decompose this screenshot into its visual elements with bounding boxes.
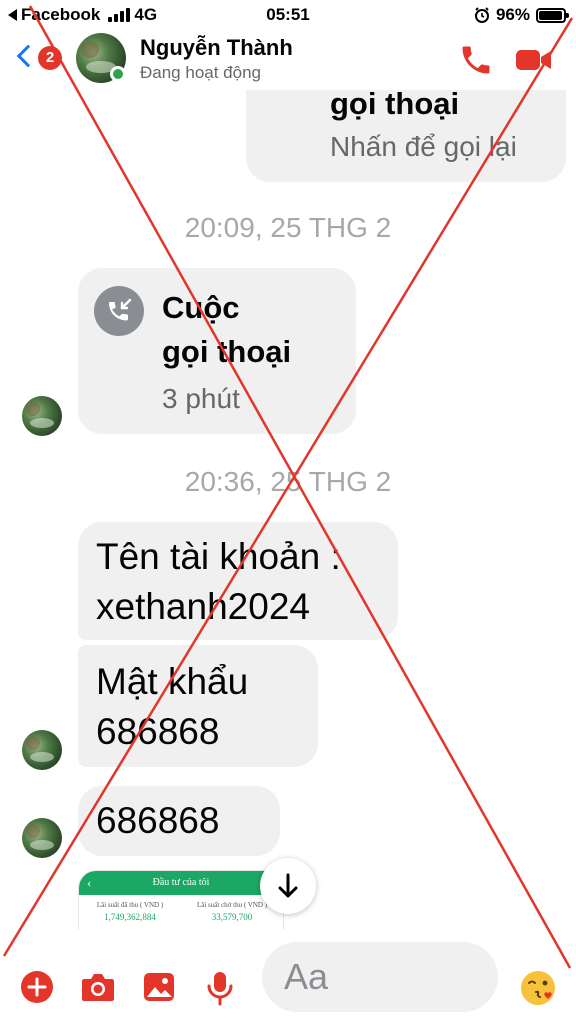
voice-message-button[interactable]	[204, 970, 240, 1006]
image-stat: Lãi suất đã thu ( VND ) 1,749,362,884	[79, 901, 181, 922]
image-header: ‹ Đầu tư của tôi	[79, 871, 283, 895]
more-actions-button[interactable]	[20, 970, 56, 1006]
message-bubble[interactable]: Mật khẩu 686868	[78, 645, 318, 767]
scroll-to-bottom-button[interactable]	[260, 858, 316, 914]
image-back-chevron-icon: ‹	[87, 875, 92, 890]
call-title-line2: gọi thoại	[162, 334, 292, 369]
message-line: Mật khẩu	[96, 661, 249, 702]
contact-status: Đang hoạt động	[140, 63, 261, 82]
message-bubble[interactable]: Tên tài khoản : xethanh2024	[78, 522, 398, 640]
unread-badge: 2	[38, 46, 62, 70]
image-stat-value: 1,749,362,884	[104, 912, 156, 922]
status-bar: Facebook 4G 05:51 96%	[0, 0, 576, 30]
microphone-icon	[207, 972, 233, 1006]
image-title: Đầu tư của tôi	[152, 877, 210, 888]
image-stat-label: Lãi suất đã thu ( VND )	[96, 901, 164, 909]
sender-avatar[interactable]	[22, 818, 62, 858]
status-right: 96%	[474, 5, 569, 25]
message-line: xethanh2024	[96, 586, 310, 627]
message-bubble[interactable]: 686868	[78, 786, 280, 856]
prev-call-subtitle: Nhấn để gọi lại	[330, 131, 517, 162]
chat-header: 2 Nguyễn Thành Đang hoạt động	[0, 30, 576, 90]
message-line: Tên tài khoản :	[96, 536, 341, 577]
message-line: 686868	[96, 711, 220, 752]
gallery-icon	[144, 973, 174, 1001]
back-chevron-icon	[16, 44, 40, 68]
sender-avatar[interactable]	[22, 730, 62, 770]
voice-call-button[interactable]	[458, 42, 494, 78]
video-camera-icon	[516, 50, 551, 70]
gallery-button[interactable]	[142, 970, 178, 1006]
alarm-icon	[474, 7, 489, 23]
contact-name[interactable]: Nguyễn Thành	[140, 35, 293, 61]
battery-percent: 96%	[495, 5, 530, 24]
call-title-line1: Cuộc	[162, 290, 240, 325]
winking-kiss-emoji-icon	[521, 971, 555, 1005]
missed-call-icon-circle	[94, 286, 144, 336]
battery-level	[539, 10, 563, 20]
quick-reaction-button[interactable]	[518, 968, 558, 1008]
back-button[interactable]: 2	[14, 42, 64, 78]
arrow-down-icon	[278, 873, 298, 898]
call-duration: 3 phút	[162, 383, 240, 414]
timestamp: 20:09, 25 THG 2	[184, 212, 392, 243]
video-call-button[interactable]	[514, 44, 554, 76]
camera-button[interactable]	[80, 970, 116, 1006]
phone-icon	[462, 46, 490, 74]
message-text: 686868	[96, 800, 220, 841]
missed-call-icon	[109, 298, 132, 321]
online-indicator	[110, 66, 126, 82]
image-stats: Lãi suất đã thu ( VND ) 1,749,362,884 Lã…	[79, 895, 283, 922]
plus-icon	[21, 971, 53, 1003]
camera-icon	[82, 974, 114, 1001]
timestamp: 20:36, 25 THG 2	[184, 466, 392, 497]
message-input[interactable]	[262, 942, 498, 1012]
sender-avatar[interactable]	[22, 396, 62, 436]
battery-icon	[536, 7, 569, 23]
call-bubble[interactable]: Cuộc gọi thoại 3 phút	[78, 268, 356, 434]
